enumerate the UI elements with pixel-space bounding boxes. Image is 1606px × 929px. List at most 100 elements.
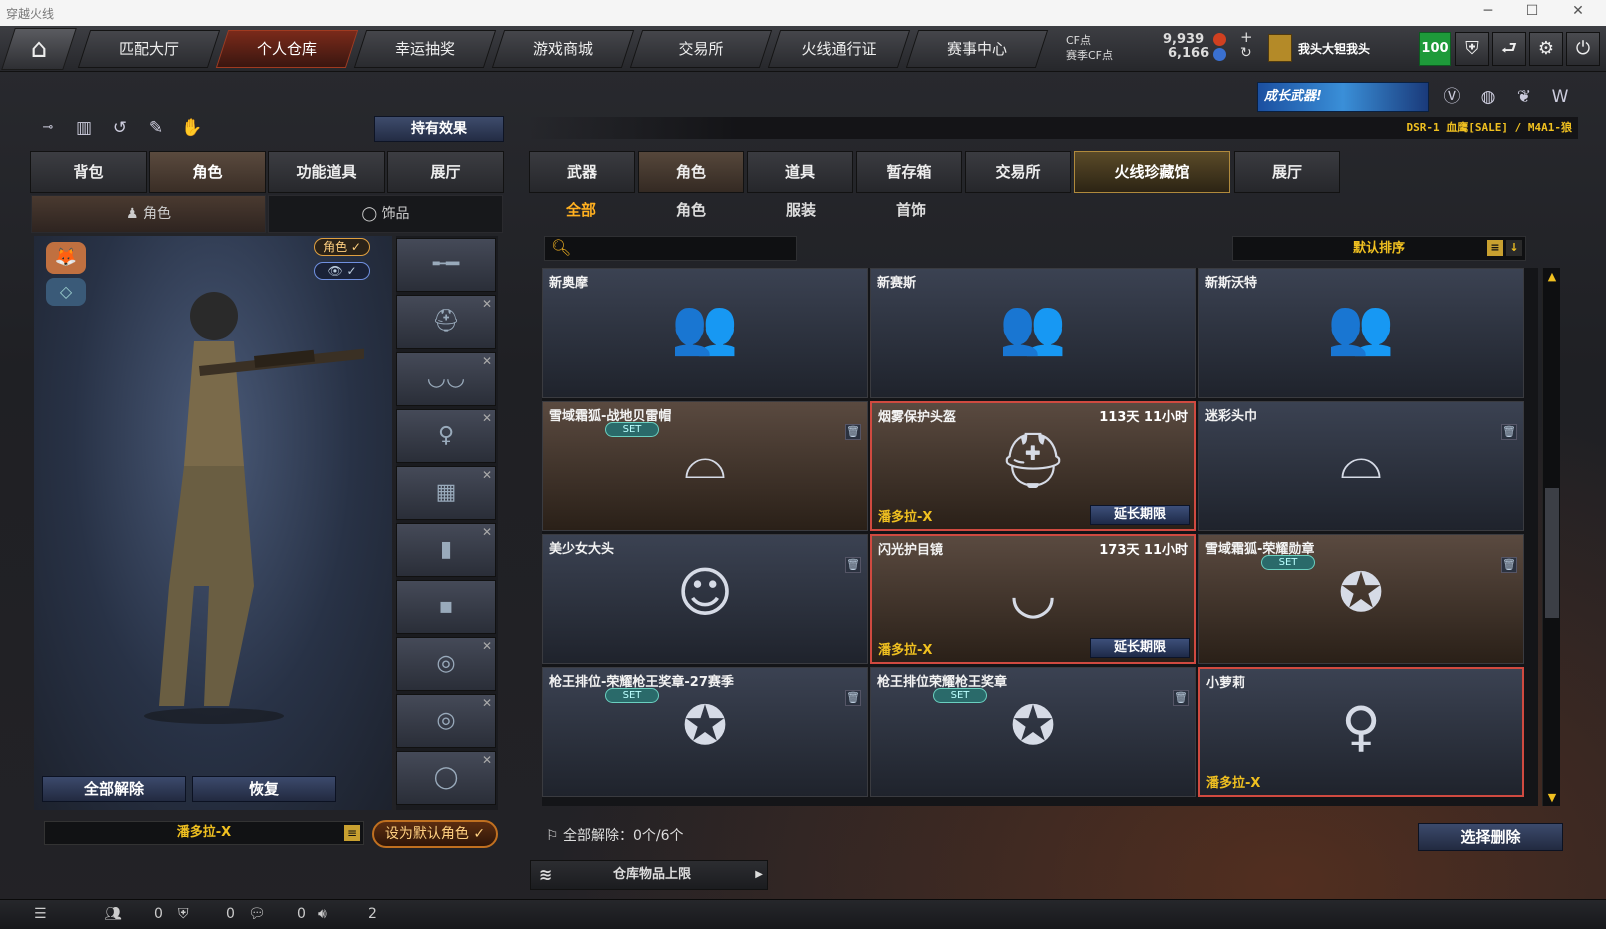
- release-all-button[interactable]: 全部解除: [42, 776, 186, 802]
- gear-icon[interactable]: ⚙: [1529, 32, 1563, 66]
- refresh-icon[interactable]: ↻: [1240, 45, 1252, 61]
- tab-backpack[interactable]: 背包: [30, 151, 147, 193]
- sort-select[interactable]: 默认排序 ≡ ↓: [1232, 236, 1526, 261]
- menu-icon[interactable]: ≡: [344, 825, 360, 841]
- promo-banner[interactable]: 成长武器!: [1257, 82, 1429, 112]
- extend-button[interactable]: 延长期限: [1090, 638, 1190, 658]
- item-card[interactable]: 枪王排位荣耀枪王奖章 SET 🗑︎ ✪: [870, 667, 1196, 797]
- item-card[interactable]: 新赛斯 👥: [870, 268, 1196, 398]
- item-card[interactable]: 枪王排位-荣耀枪王奖章-27赛季 SET 🗑︎ ✪: [542, 667, 868, 797]
- scroll-down-icon[interactable]: ▼: [1543, 791, 1561, 804]
- tab-battlepass[interactable]: 火线通行证: [767, 30, 911, 68]
- home-button[interactable]: ⌂: [1, 28, 77, 70]
- goggles-icon: ◡◡: [426, 366, 466, 391]
- item-card[interactable]: 雪域霜狐-荣耀勋章 SET 🗑︎ ✪: [1198, 534, 1524, 664]
- filter-jewelry[interactable]: 首饰: [856, 198, 966, 222]
- remove-icon[interactable]: ✕: [482, 335, 492, 387]
- tab-trade[interactable]: 交易所: [965, 151, 1071, 193]
- tab-lottery[interactable]: 幸运抽奖: [353, 30, 497, 68]
- power-icon[interactable]: ⏻: [1566, 32, 1600, 66]
- set-default-button[interactable]: 设为默认角色 ✓: [372, 820, 498, 848]
- remove-icon[interactable]: ✕: [482, 734, 492, 786]
- item-card[interactable]: 雪域霜狐-战地贝雷帽 SET 🗑︎ ⌓: [542, 401, 868, 531]
- goggles-icon: ◡: [1009, 562, 1057, 625]
- tab-gallery[interactable]: 展厅: [387, 151, 504, 193]
- tab-warehouse[interactable]: 个人仓库: [215, 30, 359, 68]
- tab-weapons[interactable]: 武器: [529, 151, 635, 193]
- badge-v-icon[interactable]: Ⓥ: [1438, 83, 1466, 111]
- wing-icon[interactable]: ❦: [1510, 83, 1538, 111]
- paint-icon[interactable]: ✎: [142, 114, 170, 142]
- subtab-accessory[interactable]: ◯ 饰品: [268, 195, 503, 233]
- visibility-toggle[interactable]: 👁 ✓: [314, 262, 370, 280]
- remove-icon[interactable]: ✕: [482, 278, 492, 330]
- scroll-up-icon[interactable]: ▲: [1543, 270, 1561, 283]
- toggle-off-icon[interactable]: ⊸: [34, 114, 62, 142]
- search-input[interactable]: [573, 239, 791, 258]
- remove-icon[interactable]: ✕: [482, 677, 492, 729]
- subtab-character[interactable]: ♟ 角色: [31, 195, 266, 233]
- minimize-icon[interactable]: ─: [1468, 3, 1508, 19]
- user-name[interactable]: 我头大钽我头: [1298, 40, 1370, 57]
- history-icon[interactable]: ↺: [106, 114, 134, 142]
- ranking-icon[interactable]: ▥: [70, 114, 98, 142]
- emblem-icon[interactable]: ◇: [46, 278, 86, 306]
- grid-scrollbar[interactable]: ▲ ▼: [1542, 268, 1560, 806]
- tab-function-items[interactable]: 功能道具: [268, 151, 385, 193]
- filter-role[interactable]: 角色: [636, 198, 746, 222]
- slot-card[interactable]: ✕ ▮: [396, 523, 496, 577]
- item-card[interactable]: 闪光护目镜 173天 11小时 ◡ 潘多拉-X 延长期限: [870, 534, 1196, 664]
- shield-icon[interactable]: ⛨: [1455, 32, 1489, 66]
- remove-icon[interactable]: ✕: [482, 506, 492, 558]
- logo-w-icon[interactable]: W: [1546, 83, 1574, 111]
- speaker-icon[interactable]: 🔊︎: [318, 906, 327, 922]
- extend-button[interactable]: 延长期限: [1090, 505, 1190, 525]
- tab-events[interactable]: 赛事中心: [905, 30, 1049, 68]
- remove-icon[interactable]: ✕: [482, 392, 492, 444]
- clan-icon[interactable]: ⛨: [178, 906, 189, 922]
- tab-roles[interactable]: 角色: [638, 151, 744, 193]
- item-time: 173天 11小时: [1099, 543, 1188, 558]
- tab-collection[interactable]: 火线珍藏馆: [1074, 151, 1230, 193]
- return-icon[interactable]: ⮐: [1492, 32, 1526, 66]
- fox-emblem-icon[interactable]: 🦊: [46, 242, 86, 274]
- tab-showroom[interactable]: 展厅: [1234, 151, 1340, 193]
- search-field[interactable]: 🔍︎: [544, 236, 797, 261]
- capacity-bar[interactable]: ≋ 仓库物品上限 ▶: [530, 860, 768, 890]
- item-card[interactable]: 迷彩头巾 🗑︎ ⌓: [1198, 401, 1524, 531]
- maximize-icon[interactable]: ☐: [1512, 3, 1552, 19]
- tab-lobby[interactable]: 匹配大厅: [77, 30, 221, 68]
- add-cf-icon[interactable]: +: [1240, 28, 1253, 46]
- close-icon[interactable]: ✕: [1558, 3, 1598, 19]
- tab-character[interactable]: 角色: [149, 151, 266, 193]
- item-card[interactable]: 美少女大头 🗑︎ ☺: [542, 534, 868, 664]
- friends-icon[interactable]: 👥︎: [104, 906, 122, 922]
- tab-exchange[interactable]: 交易所: [629, 30, 773, 68]
- hand-icon[interactable]: ✋: [178, 114, 206, 142]
- restore-button[interactable]: 恢复: [192, 776, 336, 802]
- globe-icon[interactable]: ◍: [1474, 83, 1502, 111]
- expand-arrow-icon[interactable]: ▶: [755, 861, 763, 889]
- tab-shop[interactable]: 游戏商城: [491, 30, 635, 68]
- item-card[interactable]: 新斯沃特 👥: [1198, 268, 1524, 398]
- list-icon[interactable]: ☰: [34, 906, 47, 922]
- delete-selected-button[interactable]: 选择删除: [1418, 823, 1563, 851]
- scroll-thumb[interactable]: [1545, 488, 1559, 618]
- filter-clothing[interactable]: 服装: [746, 198, 856, 222]
- item-card[interactable]: 小萝莉 ♀ 潘多拉-X: [1198, 667, 1524, 797]
- item-card[interactable]: 新奥摩 👥: [542, 268, 868, 398]
- slot-bracelet[interactable]: ✕ ◯: [396, 751, 496, 805]
- remove-icon[interactable]: ✕: [482, 620, 492, 672]
- chat-icon[interactable]: 💬︎: [248, 906, 266, 922]
- remove-icon[interactable]: ✕: [482, 449, 492, 501]
- character-preview[interactable]: 🦊 ◇ 角色 ✓ 👁 ✓: [34, 236, 392, 810]
- filter-all[interactable]: 全部: [526, 198, 636, 222]
- role-toggle[interactable]: 角色 ✓: [314, 238, 370, 256]
- list-view-icon[interactable]: ≡: [1487, 240, 1503, 256]
- item-card[interactable]: 烟雾保护头盔 113天 11小时 ⛑ 潘多拉-X 延长期限: [870, 401, 1196, 531]
- sort-order-icon[interactable]: ↓: [1506, 240, 1522, 256]
- tab-storage[interactable]: 暂存箱: [856, 151, 962, 193]
- card-icon: ▮: [439, 537, 453, 562]
- tab-items[interactable]: 道具: [747, 151, 853, 193]
- hold-effect-button[interactable]: 持有效果: [374, 116, 504, 142]
